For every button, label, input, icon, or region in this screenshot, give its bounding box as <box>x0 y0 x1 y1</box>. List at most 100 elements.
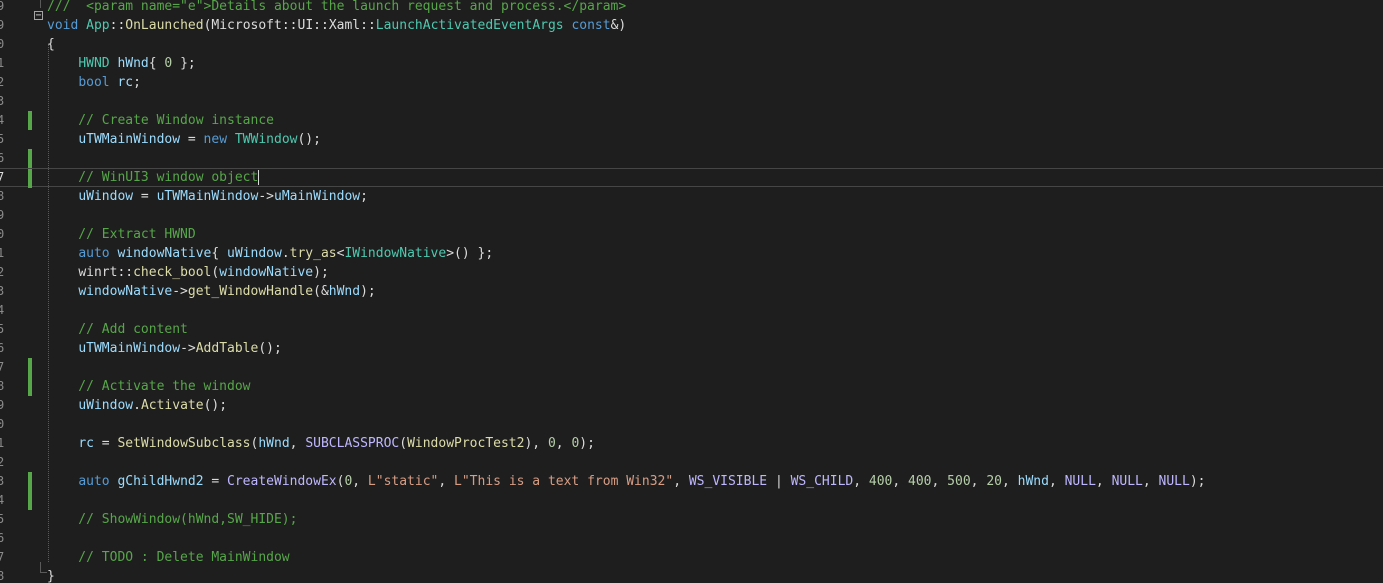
code-line[interactable]: 2 bool rc; <box>0 73 1383 92</box>
code-token: , <box>892 474 909 489</box>
code-line[interactable]: 1 auto windowNative{ uWindow.try_as<IWin… <box>0 244 1383 263</box>
code-text: // Activate the window <box>47 377 250 396</box>
code-line[interactable]: 3 <box>0 92 1383 111</box>
code-token: NULL <box>1064 474 1096 489</box>
code-token: (); <box>258 341 282 356</box>
code-token: // TODO : Delete MainWindow <box>47 550 290 565</box>
code-line[interactable]: 2 <box>0 453 1383 472</box>
code-token: , <box>555 436 572 451</box>
code-line[interactable]: 6 uTWMainWindow->AddTable(); <box>0 339 1383 358</box>
code-token: -> <box>258 189 274 204</box>
code-token: rc <box>117 75 134 90</box>
code-token: ( <box>399 436 408 451</box>
code-token: windowNative <box>219 265 314 280</box>
line-number: 9 <box>0 208 5 222</box>
code-token: ); <box>360 284 376 299</box>
line-number: 3 <box>0 94 5 108</box>
line-number: 2 <box>0 75 5 89</box>
code-line[interactable]: 6 <box>0 529 1383 548</box>
code-token: = <box>180 132 204 147</box>
code-token: auto <box>78 474 110 489</box>
code-token: // WinUI3 window object <box>47 170 259 185</box>
code-text: // ShowWindow(hWnd,SW_HIDE); <box>47 510 297 529</box>
line-number: 2 <box>0 265 5 279</box>
line-number: 7 <box>0 170 5 184</box>
code-token: NULL <box>1111 474 1143 489</box>
code-line[interactable]: 9 <box>0 206 1383 225</box>
code-text: { <box>47 35 55 54</box>
code-text: // Extract HWND <box>47 225 195 244</box>
code-token: ); <box>1189 474 1206 489</box>
code-token: >() }; <box>446 246 494 261</box>
code-line[interactable]: 5 uTWMainWindow = new TWWindow(); <box>0 130 1383 149</box>
change-indicator <box>28 491 32 510</box>
code-line[interactable]: 3 windowNative->get_WindowHandle(&hWnd); <box>0 282 1383 301</box>
code-line[interactable]: 3 auto gChildHwnd2 = CreateWindowEx(0, L… <box>0 472 1383 491</box>
code-token: uMainWindow <box>274 189 361 204</box>
code-token: 400 <box>908 474 932 489</box>
code-token: -> <box>172 284 188 299</box>
code-line[interactable]: 5 // Add content <box>0 320 1383 339</box>
code-token: /// <param name="e">Details about the la… <box>47 0 627 14</box>
code-token: App <box>86 18 110 33</box>
code-line[interactable]: 8} <box>0 567 1383 583</box>
code-line[interactable]: 9 uWindow.Activate(); <box>0 396 1383 415</box>
code-line[interactable]: 0 <box>0 415 1383 434</box>
line-number: 6 <box>0 341 5 355</box>
code-token: { <box>148 56 165 71</box>
code-token: uWindow <box>78 398 134 413</box>
code-token: , <box>352 474 368 489</box>
code-token: ); <box>579 436 595 451</box>
code-line[interactable]: 8 // Activate the window <box>0 377 1383 396</box>
change-indicator <box>28 358 32 377</box>
code-line[interactable]: 9 /// <param name="e">Details about the l… <box>0 0 1383 16</box>
code-line[interactable]: 6 <box>0 149 1383 168</box>
line-number: 9 <box>0 0 5 13</box>
change-indicator <box>28 377 32 396</box>
code-token: , <box>970 474 987 489</box>
code-line[interactable]: 9 void App::OnLaunched(Microsoft::UI::Xam… <box>0 16 1383 35</box>
code-line[interactable]: 4 // Create Window instance <box>0 111 1383 130</box>
code-token: , <box>1142 474 1159 489</box>
line-number: 9 <box>0 398 5 412</box>
code-token: UI <box>297 18 314 33</box>
code-token: WS_CHILD <box>790 474 854 489</box>
code-line[interactable]: 4 <box>0 491 1383 510</box>
code-token: { <box>211 246 228 261</box>
code-line[interactable]: 1 rc = SetWindowSubclass (hWnd, SUBCLASSP… <box>0 434 1383 453</box>
code-token: , <box>1001 474 1018 489</box>
code-text: } <box>47 567 55 583</box>
code-text: // Create Window instance <box>47 111 274 130</box>
code-line[interactable]: 5 // ShowWindow(hWnd,SW_HIDE); <box>0 510 1383 529</box>
code-token: IWindowNative <box>344 246 447 261</box>
code-line[interactable]: 2 winrt::check_bool(windowNative); <box>0 263 1383 282</box>
code-line[interactable]: 0{ <box>0 35 1383 54</box>
code-line[interactable]: 0 // Extract HWND <box>0 225 1383 244</box>
code-token: ; <box>133 75 141 90</box>
code-line[interactable]: 1 HWND hWnd{ 0 }; <box>0 54 1383 73</box>
code-editor[interactable]: − 9/// <param name="e">Details about the… <box>0 0 1383 583</box>
code-token: | <box>767 474 791 489</box>
line-number: 6 <box>0 531 5 545</box>
line-number: 5 <box>0 132 5 146</box>
code-token: L"static" <box>367 474 439 489</box>
code-token: (); <box>203 398 228 413</box>
code-line[interactable]: 8 uWindow = uTWMainWindow->uMainWindow; <box>0 187 1383 206</box>
line-number: 8 <box>0 379 5 393</box>
code-token: ); <box>313 265 329 280</box>
code-token: void <box>47 18 79 33</box>
code-token: (); <box>297 132 321 147</box>
code-line[interactable]: 7 // TODO : Delete MainWindow <box>0 548 1383 567</box>
code-line[interactable]: 7 <box>0 358 1383 377</box>
code-token: = <box>133 189 157 204</box>
line-number: 7 <box>0 550 5 564</box>
code-token: NULL <box>1158 474 1190 489</box>
code-line[interactable]: 4 <box>0 301 1383 320</box>
code-text: uTWMainWindow = new TWWindow(); <box>47 130 321 149</box>
code-token: HWND <box>78 56 110 71</box>
code-token: OnLaunched <box>125 18 204 33</box>
current-code-line[interactable]: 7 // WinUI3 window object <box>0 168 1383 188</box>
code-token: Microsoft <box>211 18 282 33</box>
